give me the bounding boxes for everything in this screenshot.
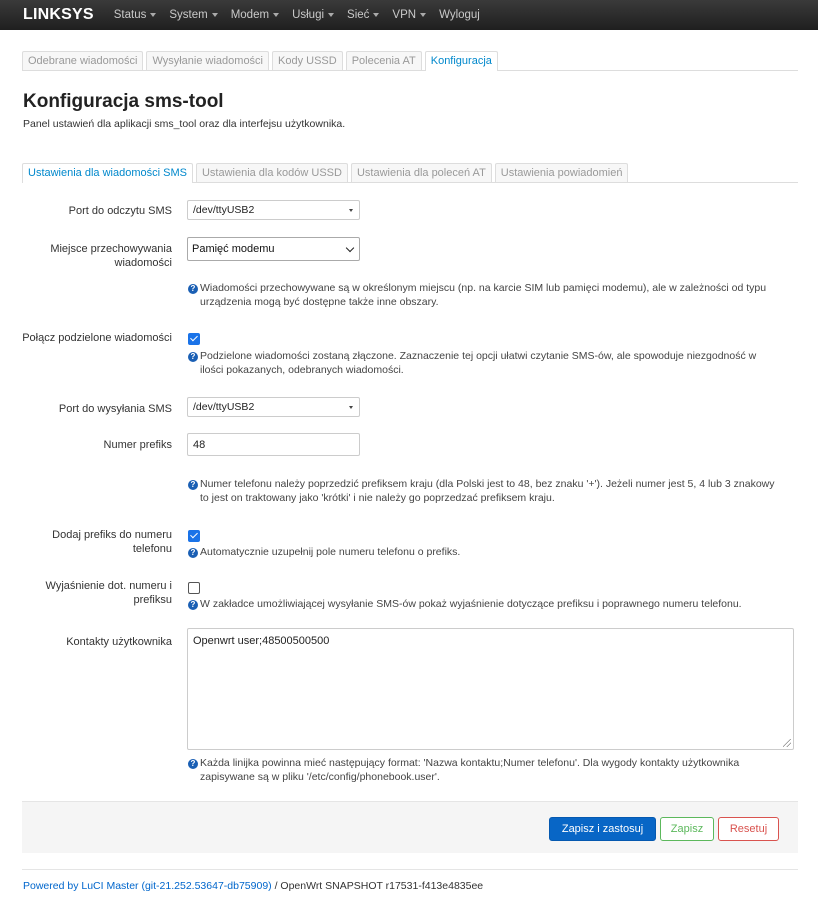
contacts-help-line2: zapisywane są w pliku '/etc/config/phone… <box>200 771 440 783</box>
nav-status-label: Status <box>113 9 147 21</box>
footer-divider <box>22 869 798 870</box>
read-port-value: /dev/ttyUSB2 <box>193 204 255 216</box>
nav-modem-label: Modem <box>230 9 270 21</box>
send-port-select[interactable]: /dev/ttyUSB2 <box>187 397 360 417</box>
reset-button[interactable]: Resetuj <box>718 817 779 841</box>
merge-help-line2: ilości pokazanych, odebranych wiadomości… <box>200 364 404 376</box>
dropdown-arrow-icon <box>349 209 353 212</box>
tab-sms-settings[interactable]: Ustawienia dla wiadomości SMS <box>22 163 193 183</box>
add-prefix-label: Dodaj prefiks do numeru telefonu <box>22 528 172 556</box>
help-icon: ? <box>188 548 198 558</box>
dropdown-arrow-icon <box>349 406 353 409</box>
nav-modem[interactable]: Modem <box>230 9 280 21</box>
storage-help: ? Wiadomości przechowywane są w określony… <box>188 281 794 309</box>
nav-vpn-label: VPN <box>392 9 417 21</box>
nav-services[interactable]: Usługi <box>292 9 335 21</box>
brand-logo[interactable]: LINKSYS <box>23 6 94 24</box>
luci-link[interactable]: Powered by LuCI Master (git-21.252.53647… <box>23 880 272 892</box>
footer-version: / OpenWrt SNAPSHOT r17531-f413e4835ee <box>271 880 484 892</box>
prefix-help-line2: to jest on traktowany jako 'krótki' i ni… <box>200 492 555 504</box>
tab-at-commands[interactable]: Polecenia AT <box>345 51 422 70</box>
contacts-help: ? Każda linijka powinna mieć następujący … <box>188 756 794 784</box>
add-prefix-checkbox[interactable] <box>188 530 200 542</box>
help-icon: ? <box>188 284 198 294</box>
merge-help-line1: Podzielone wiadomości zostaną złączone. … <box>200 350 757 362</box>
tab-configuration[interactable]: Konfiguracja <box>424 51 498 71</box>
caret-down-icon <box>150 13 157 17</box>
caret-down-icon <box>420 13 427 17</box>
nav-logout[interactable]: Wyloguj <box>439 9 480 21</box>
prefix-info-label-line1: Wyjaśnienie dot. numeru i <box>45 580 172 592</box>
storage-label-line2: wiadomości <box>114 257 172 269</box>
storage-select[interactable]: Pamięć modemu <box>187 237 360 261</box>
help-icon: ? <box>188 352 198 362</box>
caret-down-icon <box>211 13 218 17</box>
tab-received-messages[interactable]: Odebrane wiadomości <box>22 51 144 70</box>
read-port-label: Port do odczytu SMS <box>68 205 172 217</box>
save-button[interactable]: Zapisz <box>660 817 714 841</box>
contacts-label: Kontakty użytkownika <box>66 636 172 648</box>
storage-label-line1: Miejsce przechowywania <box>50 243 172 255</box>
add-prefix-label-line2: telefonu <box>132 543 172 555</box>
nav-services-label: Usługi <box>292 9 325 21</box>
send-port-value: /dev/ttyUSB2 <box>193 401 255 413</box>
nav-status[interactable]: Status <box>114 9 157 21</box>
prefix-input[interactable] <box>187 433 360 456</box>
caret-down-icon <box>273 13 280 17</box>
prefix-info-label: Wyjaśnienie dot. numeru i prefiksu <box>22 579 172 607</box>
merge-checkbox[interactable] <box>188 333 200 345</box>
storage-value: Pamięć modemu <box>192 243 275 255</box>
nav-network-label: Sieć <box>347 9 370 21</box>
tab-at-settings[interactable]: Ustawienia dla poleceń AT <box>350 163 492 182</box>
prefix-info-help: ? W zakładce umożliwiającej wysyłanie SMS… <box>188 597 794 611</box>
storage-help-line2: urządzenia mogą być dostępne także inne … <box>200 296 439 308</box>
prefix-help-line1: Numer telefonu należy poprzedzić prefiks… <box>200 478 775 490</box>
help-icon: ? <box>188 480 198 490</box>
add-prefix-help: ? Automatycznie uzupełnij pole numeru tel… <box>188 545 794 559</box>
chevron-down-icon <box>345 243 355 253</box>
add-prefix-label-line1: Dodaj prefiks do numeru <box>52 529 172 541</box>
help-icon: ? <box>188 759 198 769</box>
footer: Powered by LuCI Master (git-21.252.53647… <box>23 880 483 892</box>
tab-send-messages[interactable]: Wysyłanie wiadomości <box>146 51 270 70</box>
add-prefix-help-text: Automatycznie uzupełnij pole numeru tele… <box>200 546 461 558</box>
prefix-help: ? Numer telefonu należy poprzedzić prefik… <box>188 477 794 505</box>
top-navbar: LINKSYS Status System Modem Usługi Sieć … <box>0 0 818 30</box>
tab-ussd-codes[interactable]: Kody USSD <box>272 51 343 70</box>
prefix-label: Numer prefiks <box>103 439 172 451</box>
merge-help: ? Podzielone wiadomości zostaną złączone.… <box>188 349 794 377</box>
storage-help-line1: Wiadomości przechowywane są w określonym… <box>200 282 767 294</box>
tab-ussd-settings[interactable]: Ustawienia dla kodów USSD <box>195 163 348 182</box>
contacts-value: Openwrt user;48500500500 <box>193 635 330 647</box>
top-tabs: Odebrane wiadomości Wysyłanie wiadomości… <box>22 51 798 71</box>
caret-down-icon <box>373 13 380 17</box>
page-description: Panel ustawień dla aplikacji sms_tool or… <box>23 118 346 130</box>
page-title: Konfiguracja sms-tool <box>23 91 224 112</box>
prefix-info-label-line2: prefiksu <box>133 594 172 606</box>
help-icon: ? <box>188 600 198 610</box>
caret-down-icon <box>328 13 335 17</box>
nav-network[interactable]: Sieć <box>347 9 380 21</box>
nav-system-label: System <box>169 9 208 21</box>
prefix-info-checkbox[interactable] <box>188 582 200 594</box>
action-bar: Zapisz i zastosuj Zapisz Resetuj <box>22 801 798 853</box>
nav-vpn[interactable]: VPN <box>392 9 427 21</box>
resize-grip-icon[interactable] <box>783 739 791 747</box>
prefix-info-help-text: W zakładce umożliwiającej wysyłanie SMS-… <box>200 598 742 610</box>
settings-tabs: Ustawienia dla wiadomości SMS Ustawienia… <box>22 163 798 183</box>
save-apply-button[interactable]: Zapisz i zastosuj <box>549 817 656 841</box>
contacts-help-line1: Każda linijka powinna mieć następujący f… <box>200 757 740 769</box>
contacts-textarea[interactable]: Openwrt user;48500500500 <box>187 628 794 750</box>
send-port-label: Port do wysyłania SMS <box>58 403 172 415</box>
tab-notification-settings[interactable]: Ustawienia powiadomień <box>494 163 629 182</box>
nav-system[interactable]: System <box>169 9 218 21</box>
storage-label: Miejsce przechowywania wiadomości <box>22 242 172 270</box>
merge-label: Połącz podzielone wiadomości <box>22 332 172 344</box>
read-port-select[interactable]: /dev/ttyUSB2 <box>187 200 360 220</box>
